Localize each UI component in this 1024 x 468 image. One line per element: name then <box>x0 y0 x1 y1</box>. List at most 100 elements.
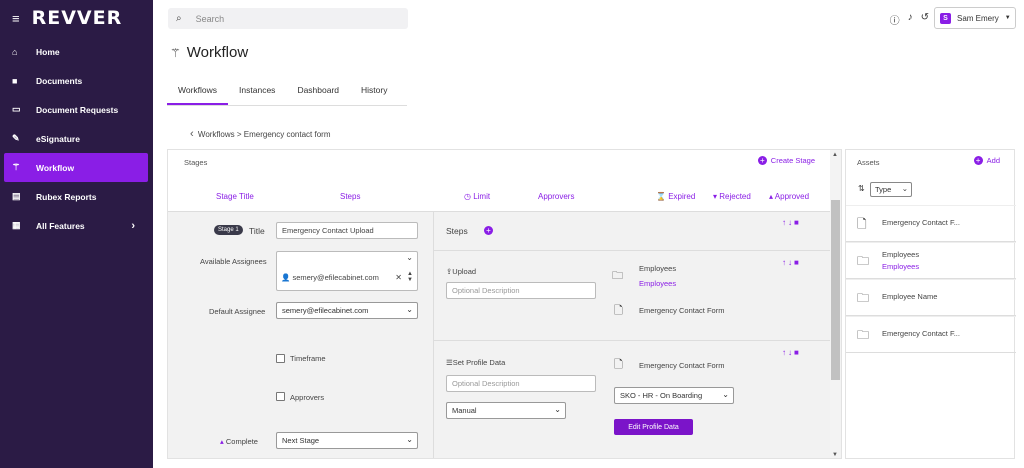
chevron-down-icon: ⌄ <box>406 305 413 314</box>
timeframe-checkbox[interactable] <box>276 354 285 363</box>
chevron-right-icon: › <box>131 219 135 232</box>
asset-label: Employees <box>882 250 920 259</box>
trash-icon[interactable]: ■ <box>794 258 801 267</box>
col-stage-title: Stage Title <box>216 192 254 201</box>
sidebar-item-workflow[interactable]: ⚚ Workflow <box>4 153 148 182</box>
default-assignee-label: Default Assignee <box>209 307 266 316</box>
title-label: Title <box>249 226 265 236</box>
scrollbar-thumb[interactable] <box>831 200 840 380</box>
assignee-chip-label: semery@efilecabinet.com <box>292 273 379 282</box>
search-placeholder: Search <box>195 13 225 24</box>
asset-label: Employee Name <box>882 292 938 301</box>
type-filter-value: Type <box>875 185 892 194</box>
chevron-left-icon[interactable]: ‹ <box>190 128 194 140</box>
sidebar-item-document-requests[interactable]: ▭ Document Requests <box>0 95 153 124</box>
create-stage-button[interactable]: + Create Stage <box>757 156 815 165</box>
step1-description-input[interactable]: Optional Description <box>446 282 596 299</box>
chevron-down-icon: ⌄ <box>722 390 729 399</box>
timeframe-label: Timeframe <box>290 354 326 363</box>
approvers-checkbox[interactable] <box>276 392 285 401</box>
step2-profile-select[interactable]: SKO - HR - On Boarding ⌄ <box>614 387 734 404</box>
folder-icon: 🗀 <box>857 328 870 342</box>
asset-item[interactable]: 🗋 Emergency Contact F... <box>846 205 1016 242</box>
trash-icon[interactable]: ■ <box>794 218 801 227</box>
asset-label: Emergency Contact F... <box>882 218 960 227</box>
wand-icon: ⚚ <box>170 45 181 60</box>
stage-badge: Stage 1 <box>214 225 243 235</box>
history-icon[interactable]: ↺ <box>921 12 929 27</box>
col-approved: ▴ Approved <box>769 192 809 201</box>
menu-icon[interactable]: ≡ <box>12 11 20 26</box>
sidebar-item-documents[interactable]: ■ Documents <box>0 66 153 95</box>
app-logo: REVVER <box>31 7 123 29</box>
stages-panel: Stages + Create Stage Stage Title Steps ◷… <box>167 149 842 459</box>
grid-icon: ▦ <box>12 220 21 230</box>
remove-assignee-icon[interactable]: ✕ <box>395 273 402 282</box>
step2-doc-label: Emergency Contact Form <box>639 361 725 370</box>
brand: ≡ REVVER <box>0 0 153 36</box>
sidebar-item-esignature[interactable]: ✎ eSignature <box>0 124 153 153</box>
tab-instances[interactable]: Instances <box>228 78 286 105</box>
create-stage-label: Create Stage <box>770 156 815 165</box>
breadcrumb-separator: > <box>236 130 242 139</box>
asset-item[interactable]: 🗀 Employee Name <box>846 279 1016 316</box>
chevron-down-icon: ⌄ <box>406 253 413 262</box>
step1-folder-link[interactable]: Employees <box>639 279 676 288</box>
add-asset-button[interactable]: + Add <box>973 156 1000 165</box>
complete-action-select[interactable]: Next Stage ⌄ <box>276 432 418 449</box>
plus-circle-icon: + <box>757 156 767 165</box>
tab-history[interactable]: History <box>350 78 398 105</box>
col-expired-label: Expired <box>668 192 696 201</box>
tab-workflows[interactable]: Workflows <box>167 78 229 105</box>
document-icon: 🗋 <box>614 359 623 371</box>
chart-icon: ▤ <box>12 191 21 201</box>
scroll-down-icon[interactable]: ▼ <box>832 452 838 458</box>
breadcrumb-current: Emergency contact form <box>243 130 331 139</box>
help-icon[interactable]: ⓘ <box>890 12 900 27</box>
list-icon: ☰ <box>446 358 453 367</box>
spinner-icon[interactable]: ▲ ▼ <box>407 271 413 283</box>
step2-mode-select[interactable]: Manual ⌄ <box>446 402 566 419</box>
add-step-icon[interactable]: + <box>484 226 493 235</box>
page-title-text: Workflow <box>186 44 249 61</box>
col-approvers: Approvers <box>538 192 575 201</box>
scroll-up-icon[interactable]: ▲ <box>832 152 838 158</box>
assets-panel: Assets + Add ⇅ Type ⌄ 🗋 Emergency Contact … <box>845 149 1016 459</box>
step2-profile-value: SKO - HR - On Boarding <box>620 391 703 400</box>
stages-heading: Stages <box>184 158 208 167</box>
stage-title-input[interactable]: Emergency Contact Upload <box>276 222 418 239</box>
col-expired: ⌛ Expired <box>656 192 695 201</box>
assignee-chip: 👤 semery@efilecabinet.com <box>281 273 379 282</box>
tab-dashboard[interactable]: Dashboard <box>286 78 350 105</box>
sidebar-item-rubex-reports[interactable]: ▤ Rubex Reports <box>0 182 153 211</box>
asset-item[interactable]: 🗀 Emergency Contact F... <box>846 316 1016 353</box>
user-menu[interactable]: S Sam Emery ▼ <box>934 7 1016 29</box>
step2-description-input[interactable]: Optional Description <box>446 375 596 392</box>
step1-actions: ↑↓■ <box>782 258 801 267</box>
sidebar-item-home[interactable]: ⌂ Home <box>0 37 153 66</box>
chevron-down-icon: ⌄ <box>901 184 908 193</box>
steps-heading: Steps <box>446 226 468 236</box>
sort-icon[interactable]: ⇅ <box>858 184 865 193</box>
inbox-icon: ▭ <box>12 104 21 114</box>
complete-action-value: Next Stage <box>282 436 320 445</box>
available-assignees-select[interactable]: ⌄ 👤 semery@efilecabinet.com ✕ ▲ ▼ <box>276 251 418 291</box>
breadcrumb-parent[interactable]: Workflows <box>198 130 235 139</box>
chevron-down-icon: ⌄ <box>406 435 413 444</box>
type-filter-select[interactable]: Type ⌄ <box>870 182 912 197</box>
stages-scrollbar[interactable]: ▲ ▼ <box>830 150 841 458</box>
user-icon: 👤 <box>281 273 293 282</box>
default-assignee-select[interactable]: semery@efilecabinet.com ⌄ <box>276 302 418 319</box>
sidebar-item-label: Document Requests <box>36 104 119 115</box>
sidebar: ≡ REVVER ⌂ Home ■ Documents ▭ Document Requ… <box>0 0 153 468</box>
document-icon: 🗋 <box>614 305 623 317</box>
search-input[interactable]: ⌕ Search <box>168 8 408 29</box>
bell-icon[interactable]: ♪ <box>908 12 913 27</box>
asset-item[interactable]: 🗀 Employees Employees <box>846 242 1016 279</box>
edit-profile-data-button[interactable]: Edit Profile Data <box>614 419 693 435</box>
trash-icon[interactable]: ■ <box>794 348 801 357</box>
stage-actions: ↑↓■ <box>782 218 801 227</box>
step1-folder-label: Employees <box>639 264 677 273</box>
asset-sublabel[interactable]: Employees <box>882 262 919 271</box>
sidebar-item-all-features[interactable]: ▦ All Features › <box>0 211 153 240</box>
